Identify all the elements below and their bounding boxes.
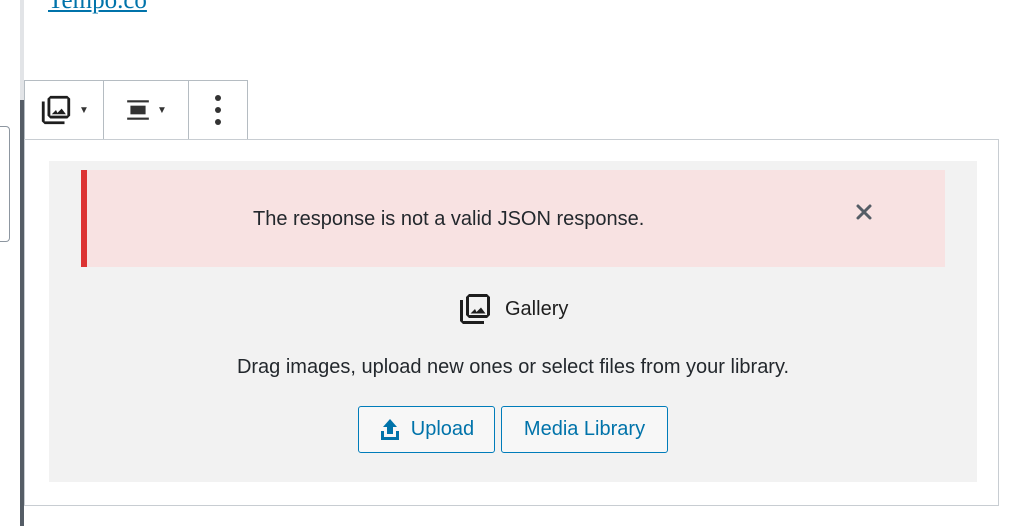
more-vertical-icon (215, 95, 221, 125)
gallery-placeholder: The response is not a valid JSON respons… (49, 161, 977, 482)
block-switcher-group: ▼ (25, 81, 104, 139)
block-toolbar: ▼ ▼ (24, 80, 248, 139)
more-options-group (189, 81, 247, 139)
media-library-button-label: Media Library (523, 418, 646, 440)
upload-icon (380, 418, 399, 440)
align-button[interactable]: ▼ (125, 97, 167, 123)
more-options-button[interactable] (213, 93, 223, 127)
error-notice: The response is not a valid JSON respons… (81, 170, 945, 267)
upload-button-label: Upload (410, 418, 475, 440)
align-center-icon (127, 100, 149, 120)
gallery-instructions: Drag images, upload new ones or select f… (236, 356, 790, 378)
upload-button[interactable]: Upload (358, 406, 495, 453)
alignment-group: ▼ (104, 81, 189, 139)
gallery-icon (41, 95, 71, 125)
paragraph-link[interactable]: Tempo.co (48, 0, 147, 15)
gallery-label: Gallery (457, 291, 568, 327)
close-icon (856, 204, 872, 220)
sidebar-handle[interactable] (0, 126, 10, 242)
gallery-icon (460, 294, 490, 324)
gallery-label-text: Gallery (505, 297, 569, 320)
gallery-block[interactable]: The response is not a valid JSON respons… (24, 139, 999, 506)
dismiss-notice-button[interactable] (849, 197, 879, 227)
chevron-down-icon: ▼ (157, 104, 167, 116)
block-type-switcher-button[interactable]: ▼ (39, 93, 89, 127)
error-notice-message: The response is not a valid JSON respons… (253, 208, 645, 230)
chevron-down-icon: ▼ (79, 104, 89, 116)
media-library-button[interactable]: Media Library (501, 406, 668, 453)
